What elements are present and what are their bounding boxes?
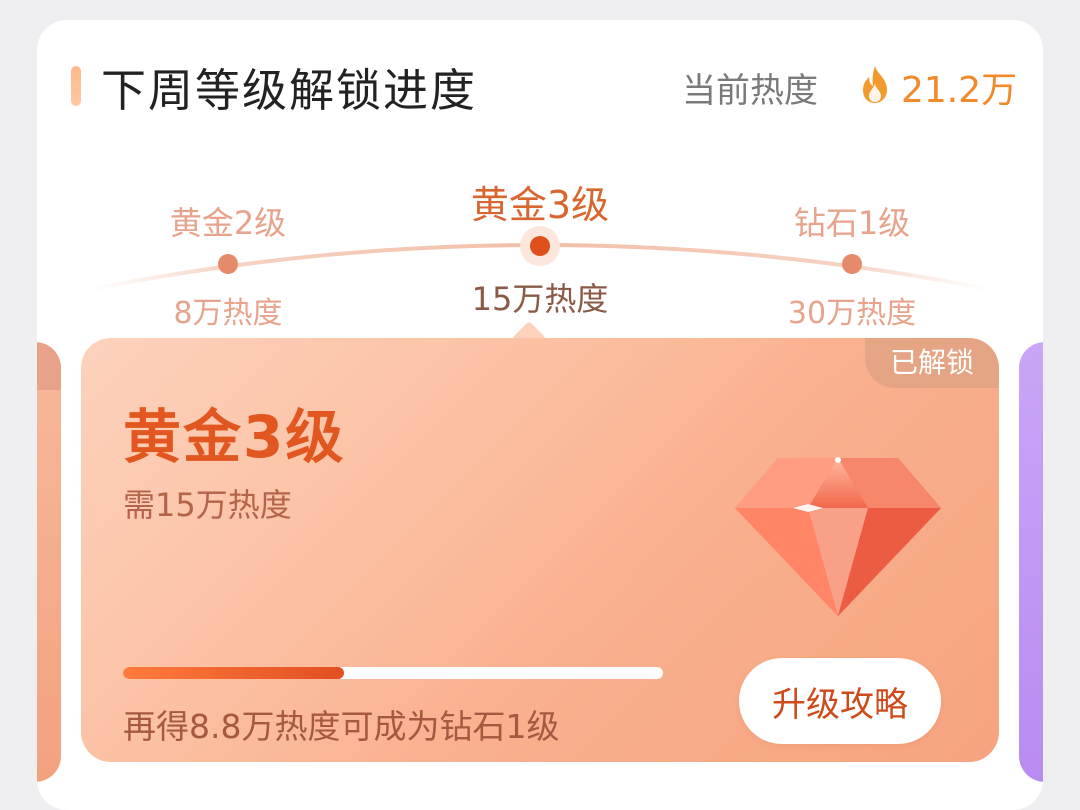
title-accent-bar: [71, 66, 81, 106]
current-heat-value: 21.2万: [901, 70, 1018, 111]
level-progress-bar: [123, 667, 663, 679]
level-name-diamond-1[interactable]: 钻石1级: [794, 198, 910, 244]
level-requirement-gold-3: 15万热度: [471, 280, 609, 318]
flame-icon: [863, 66, 887, 103]
level-dot-diamond-1[interactable]: [842, 254, 862, 274]
level-name-gold-2[interactable]: 黄金2级: [170, 198, 286, 244]
upgrade-guide-button[interactable]: 升级攻略: [739, 658, 941, 744]
current-level-card: 已解锁 黄金3级 需15万热度 再得8.8万热度可成为钻石1级 升级攻略: [81, 338, 999, 762]
level-dot-gold-3-current[interactable]: [520, 226, 560, 266]
current-heat-label: 当前热度: [682, 71, 818, 111]
next-level-card[interactable]: [1019, 342, 1043, 782]
next-level-hint: 再得8.8万热度可成为钻石1级: [123, 707, 560, 746]
level-dot-gold-2[interactable]: [218, 254, 238, 274]
card-level-requirement: 需15万热度: [123, 486, 292, 524]
gem-icon: [735, 457, 941, 616]
card-level-title: 黄金3级: [123, 403, 346, 471]
page-title: 下周等级解锁进度: [101, 64, 478, 117]
unlocked-badge: 已解锁: [865, 338, 999, 388]
prev-level-card[interactable]: [37, 342, 61, 782]
level-unlock-panel: 下周等级解锁进度 当前热度 21.2万 黄金2级 8万热度 黄金3级 15万热度: [37, 20, 1043, 810]
level-requirement-diamond-1: 30万热度: [787, 296, 917, 331]
level-track: 黄金2级 8万热度 黄金3级 15万热度 钻石1级 30万热度: [37, 140, 1043, 340]
level-progress-fill: [123, 667, 345, 679]
level-requirement-gold-2: 8万热度: [173, 296, 283, 331]
level-name-gold-3[interactable]: 黄金3级: [471, 174, 609, 229]
